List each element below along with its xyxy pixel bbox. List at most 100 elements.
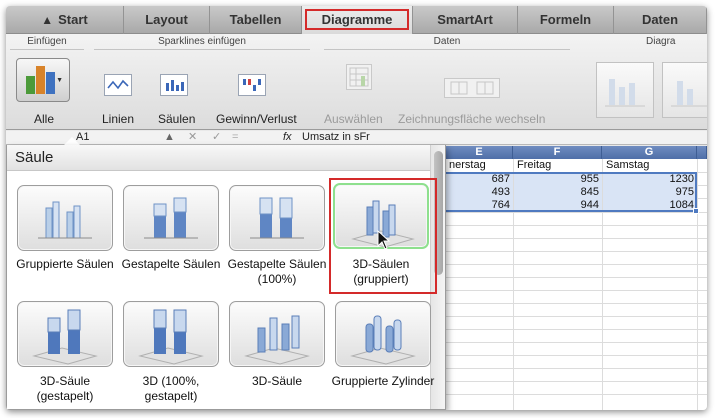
tab-tabellen-label: Tabellen <box>229 12 282 27</box>
gallery-item-gestapelte-saeulen[interactable] <box>123 185 219 251</box>
sparkline-column-icon[interactable] <box>160 74 188 96</box>
clustered-column-icon <box>38 201 92 239</box>
auswaehlen-label: Auswählen <box>324 112 383 126</box>
sparkline-line-icon[interactable] <box>104 74 132 96</box>
saeulen-label[interactable]: Säulen <box>158 112 195 126</box>
grid-line <box>446 238 707 239</box>
header-cell[interactable]: Freitag <box>514 159 602 172</box>
3d-100-stacked-column-icon <box>138 309 204 365</box>
gallery-title: Säule <box>7 145 430 171</box>
group-divider <box>94 49 310 50</box>
gallery-item-label: Gestapelte Säulen (100%) <box>227 257 327 286</box>
chart-bar-icon <box>26 76 35 94</box>
tab-start-label: Start <box>58 12 88 27</box>
3d-column-icon <box>244 315 310 365</box>
stacked-column-icon <box>144 197 198 239</box>
gallery-item-label: 3D-Säulen (gruppiert) <box>352 257 410 286</box>
alle-label: Alle <box>34 112 55 126</box>
tab-smartart-label: SmartArt <box>437 12 493 27</box>
chart-layout-thumbnail[interactable] <box>662 62 707 118</box>
group-einfuegen-title: Einfügen <box>27 36 67 47</box>
header-cell[interactable]: Samstag <box>603 159 697 172</box>
column-header-e[interactable]: E <box>446 146 513 159</box>
grid-line <box>446 329 707 330</box>
grid-line <box>446 394 707 395</box>
tab-daten[interactable]: Daten <box>614 6 707 34</box>
grid-line <box>446 264 707 265</box>
excel-window: ▲ Start Layout Tabellen Diagramme SmartAr… <box>6 6 707 410</box>
fx-label[interactable]: fx <box>283 131 292 144</box>
gallery-item-label: 3D-Säule (gestapelt) <box>36 374 94 403</box>
formula-content[interactable]: Umsatz in sFr <box>302 131 370 144</box>
switch-plot-icon <box>444 78 500 98</box>
grid-line <box>697 159 698 410</box>
tab-tabellen[interactable]: Tabellen <box>210 6 302 34</box>
cancel-icon[interactable]: ✕ <box>188 131 197 144</box>
grid-line <box>446 368 707 369</box>
zeichnungsflaeche-label: Zeichnungsfläche wechseln <box>398 112 546 126</box>
mouse-pointer-icon <box>377 230 391 250</box>
spreadsheet-grid: E F G nerstag Freitag Samstag 687 955 12… <box>446 146 707 410</box>
column-header-g[interactable]: G <box>602 146 697 159</box>
group-divider <box>324 49 570 50</box>
stepper-icon[interactable]: ▲ <box>164 131 175 144</box>
tab-formeln-label: Formeln <box>539 12 592 27</box>
grid-line <box>446 316 707 317</box>
equals-icon[interactable]: = <box>232 131 238 144</box>
header-cell[interactable]: nerstag <box>446 159 513 172</box>
grid-line <box>446 290 707 291</box>
home-icon: ▲ <box>41 13 54 27</box>
gallery-item-label: Gestapelte Säulen <box>121 257 221 271</box>
grid-line <box>446 251 707 252</box>
gallery-item-3d-saeule[interactable] <box>229 301 325 367</box>
group-sparklines-title: Sparklines einfügen <box>158 36 246 47</box>
column-header-h[interactable] <box>697 146 707 159</box>
tab-start[interactable]: ▲ Start <box>6 6 124 34</box>
tab-diagramme[interactable]: Diagramme <box>302 6 413 34</box>
grid-line <box>446 303 707 304</box>
tab-layout[interactable]: Layout <box>124 6 210 34</box>
gallery-item-label: Gruppierte Zylinder <box>331 374 435 388</box>
gallery-item-3d-100-gestapelt[interactable] <box>123 301 219 367</box>
ribbon-tab-bar: ▲ Start Layout Tabellen Diagramme SmartAr… <box>6 6 707 34</box>
chart-layout-thumbnail[interactable] <box>596 62 654 118</box>
group-diagramm-title: Diagra <box>646 36 676 47</box>
chart-bar-icon <box>36 66 45 94</box>
tab-smartart[interactable]: SmartArt <box>413 6 518 34</box>
clustered-cylinder-icon <box>350 315 416 365</box>
stacked-100-column-icon <box>250 197 304 239</box>
sparkline-winloss-icon[interactable] <box>238 74 266 96</box>
gallery-item-gruppierte-saeulen[interactable] <box>17 185 113 251</box>
tab-daten-label: Daten <box>641 12 679 27</box>
gallery-item-label: 3D-Säule <box>251 374 303 388</box>
grid-line <box>446 277 707 278</box>
fill-handle[interactable] <box>693 208 699 214</box>
chart-gallery-popup: Säule Gruppierte Säulen Gestapelte Säule… <box>6 145 446 410</box>
select-data-icon <box>346 64 372 90</box>
confirm-icon[interactable]: ✓ <box>212 131 221 144</box>
tab-layout-label: Layout <box>145 12 188 27</box>
grid-line <box>446 381 707 382</box>
grid-line <box>446 225 707 226</box>
chart-bar-icon <box>46 72 55 94</box>
ribbon-panel: Einfügen Sparklines einfügen Daten Diagr… <box>6 34 707 130</box>
grid-line <box>446 342 707 343</box>
gallery-item-label: 3D (100%, gestapelt) <box>142 374 200 403</box>
gallery-item-gestapelte-saeulen-100[interactable] <box>229 185 325 251</box>
column-header-f[interactable]: F <box>513 146 602 159</box>
tab-highlight-box <box>305 9 409 30</box>
gallery-item-3d-saeule-gestapelt[interactable] <box>17 301 113 367</box>
formula-bar: A1 ▲ ✕ ✓ = fx Umsatz in sFr <box>6 131 707 145</box>
linien-label[interactable]: Linien <box>102 112 134 126</box>
alle-chart-button[interactable]: ▼ <box>16 58 70 102</box>
gewinn-verlust-label[interactable]: Gewinn/Verlust <box>216 112 297 126</box>
gallery-item-label: Gruppierte Säulen <box>16 257 114 271</box>
3d-stacked-column-icon <box>32 309 98 365</box>
tab-formeln[interactable]: Formeln <box>518 6 614 34</box>
group-daten-title: Daten <box>433 36 461 47</box>
chevron-down-icon: ▼ <box>56 77 63 84</box>
grid-line <box>446 212 707 213</box>
selection-border <box>446 172 697 212</box>
grid-line <box>446 355 707 356</box>
gallery-item-gruppierte-zylinder[interactable] <box>335 301 431 367</box>
